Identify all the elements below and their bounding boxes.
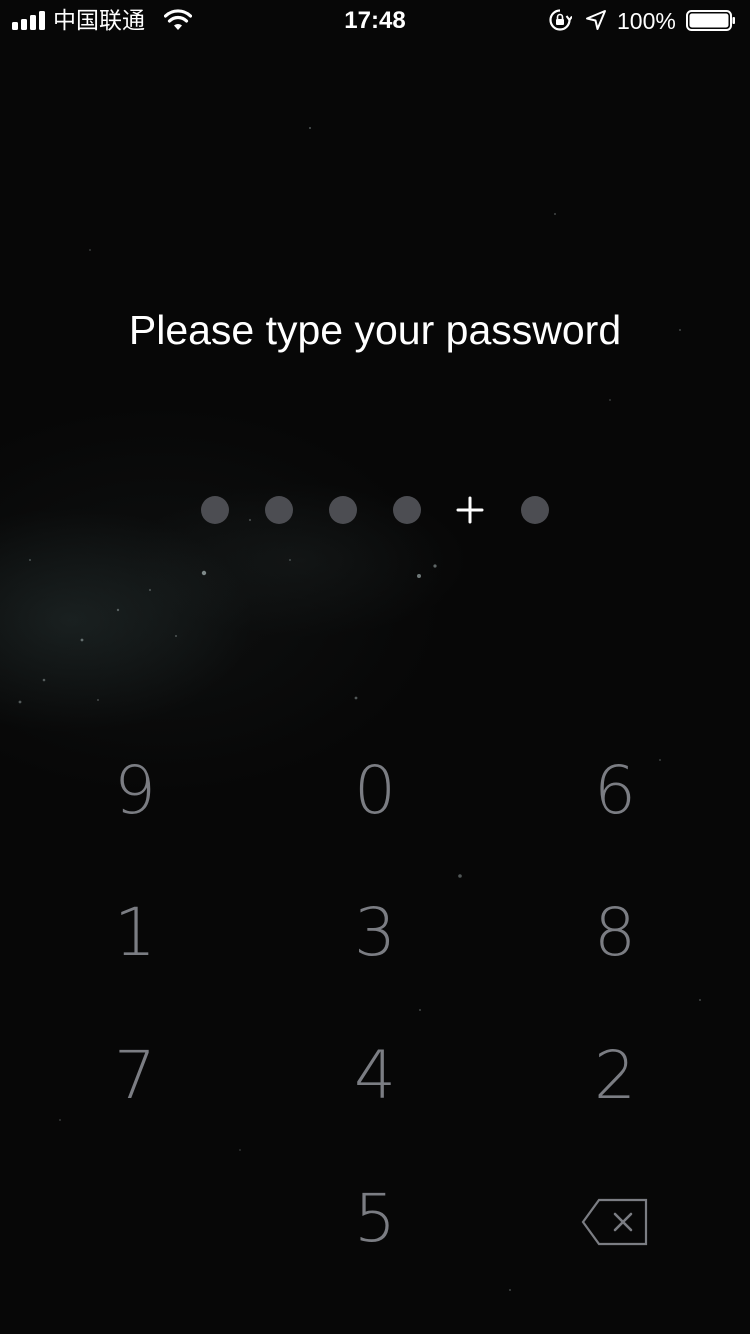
passcode-dot <box>329 496 357 524</box>
key-9[interactable]: 9 <box>65 736 205 846</box>
passcode-dot <box>393 496 421 524</box>
key-7[interactable]: 7 <box>65 1021 205 1131</box>
key-3[interactable]: 3 <box>305 878 445 988</box>
key-6[interactable]: 6 <box>545 736 685 846</box>
orientation-lock-icon <box>549 9 572 31</box>
stars-layer <box>18 127 701 1291</box>
key-1[interactable]: 1 <box>65 878 205 988</box>
passcode-dot <box>265 496 293 524</box>
passcode-dot <box>201 496 229 524</box>
delete-button[interactable] <box>565 1178 665 1268</box>
password-prompt: Please type your password <box>128 307 622 353</box>
starfield-background <box>0 0 750 1334</box>
key-2[interactable]: 2 <box>545 1021 685 1131</box>
status-bar: 中国联通 17:48 100% <box>0 0 750 40</box>
battery-icon <box>686 10 735 31</box>
location-arrow-icon <box>586 10 606 30</box>
battery-percentage: 100% <box>617 8 676 34</box>
backspace-icon <box>581 1198 648 1246</box>
key-4[interactable]: 4 <box>305 1021 445 1131</box>
plus-icon <box>456 496 484 524</box>
key-5[interactable]: 5 <box>305 1164 445 1274</box>
key-0[interactable]: 0 <box>305 736 445 846</box>
key-8[interactable]: 8 <box>545 878 685 988</box>
passcode-indicators <box>0 488 750 532</box>
passcode-dot <box>521 496 549 524</box>
